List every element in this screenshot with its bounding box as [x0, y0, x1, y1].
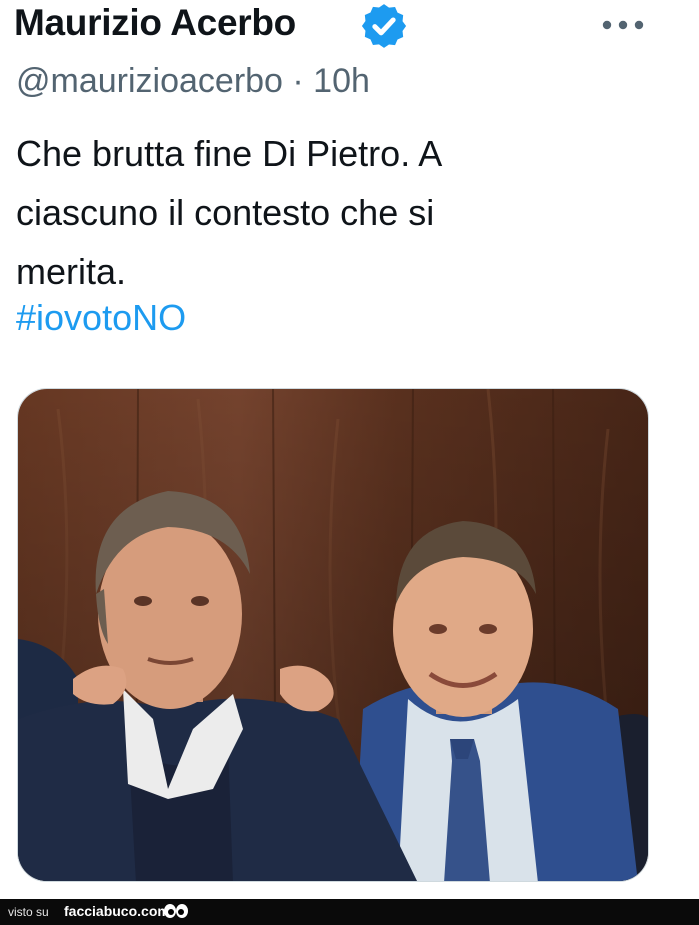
watermark-prefix: visto su: [8, 905, 49, 919]
watermark-site[interactable]: facciabuco.com: [64, 903, 170, 919]
author-name[interactable]: Maurizio Acerbo: [14, 2, 296, 44]
hashtag-link[interactable]: #iovotoNO: [16, 297, 186, 339]
watermark-footer: visto su facciabuco.com: [0, 899, 699, 925]
more-options-icon[interactable]: [598, 8, 648, 42]
tweet-text-line: Che brutta fine Di Pietro. A: [16, 133, 443, 174]
handle-and-time[interactable]: @maurizioacerbo · 10h: [16, 62, 370, 101]
tweet-text-line: merita.: [16, 251, 127, 292]
tweet-text-line: ciascuno il contesto che si: [16, 192, 435, 233]
eyes-logo-icon: [164, 904, 188, 918]
tweet-text: Che brutta fine Di Pietro. A ciascuno il…: [16, 124, 636, 301]
verified-badge-icon: [361, 4, 407, 48]
photo-illustration: [18, 389, 648, 881]
tweet-photo[interactable]: [17, 388, 649, 882]
